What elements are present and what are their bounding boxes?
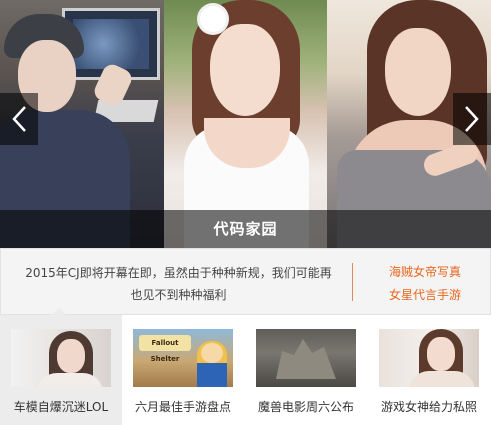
prev-slide-button[interactable] (0, 93, 38, 145)
figure-face (210, 24, 280, 116)
link-pirate-empress[interactable]: 海贼女帝写真 (365, 261, 485, 284)
thumb-label[interactable]: 车模自爆沉迷LOL (0, 398, 122, 415)
link-celebrity-mobile-games[interactable]: 女星代言手游 (365, 284, 485, 307)
thumb-label[interactable]: 游戏女神给力私照 (368, 398, 490, 415)
thumb-label[interactable]: 六月最佳手游盘点 (122, 398, 244, 415)
slide-caption[interactable]: 代码家园 (0, 210, 491, 248)
figure-face (385, 28, 451, 116)
thumb-label[interactable]: 魔兽电影周六公布 (245, 398, 367, 415)
summary-line-2: 也见不到种种福利 (130, 288, 227, 302)
thumb-image[interactable] (379, 329, 479, 387)
article-summary[interactable]: 2015年CJ即将开幕在即，虽然由于种种新规，我们可能再 也见不到种种福利 (11, 262, 346, 306)
vertical-divider (352, 263, 353, 301)
thumbnail-strip: 车模自爆沉迷LOL Fallout Shelter 六月最佳手游盘点 魔兽电影周… (0, 308, 491, 425)
summary-line-1: 2015年CJ即将开幕在即，虽然由于种种新规，我们可能再 (25, 266, 332, 280)
thumb-image[interactable]: Fallout Shelter (133, 329, 233, 387)
hero-slider[interactable]: 代码家园 (0, 0, 491, 248)
thumb-item-3[interactable]: 魔兽电影周六公布 (245, 315, 367, 425)
thumb-item-2[interactable]: Fallout Shelter 六月最佳手游盘点 (122, 315, 244, 425)
info-panel: 2015年CJ即将开幕在即，虽然由于种种新规，我们可能再 也见不到种种福利 海贼… (0, 248, 491, 315)
thumb-item-4[interactable]: 游戏女神给力私照 (368, 315, 490, 425)
hair-flower (200, 6, 226, 32)
thumb-item-1[interactable]: 车模自爆沉迷LOL (0, 308, 122, 425)
chevron-left-icon (12, 106, 26, 132)
chevron-right-icon (465, 106, 479, 132)
thumb-image[interactable] (256, 329, 356, 387)
next-slide-button[interactable] (453, 93, 491, 145)
fallout-shelter-logo: Fallout Shelter (139, 335, 191, 363)
active-indicator (52, 308, 66, 315)
related-links: 海贼女帝写真 女星代言手游 (365, 261, 485, 307)
thumb-image[interactable] (11, 329, 111, 387)
